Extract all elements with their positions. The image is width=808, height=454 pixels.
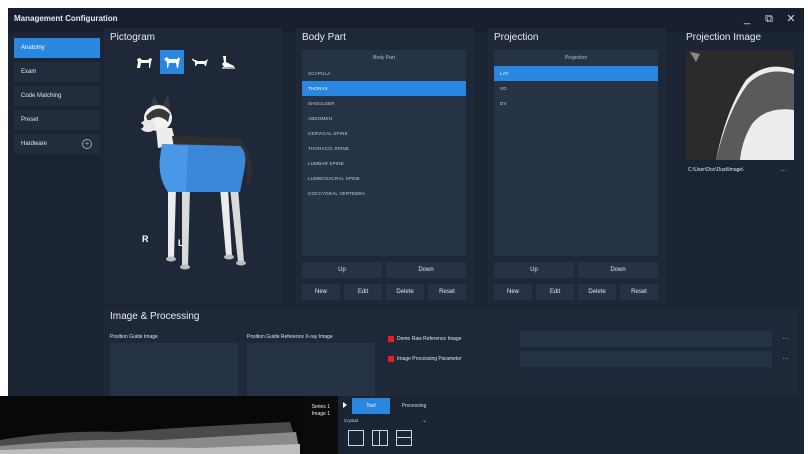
demo-raw-reference-browse-button[interactable]: … [782, 334, 789, 341]
projection-list: Projection LAT VD DV [494, 50, 658, 256]
list-item[interactable]: VD [494, 81, 658, 96]
list-item[interactable]: SCAPULA [302, 66, 466, 81]
body-part-new-button[interactable]: New [302, 284, 340, 300]
window-controls: _ ⧉ ✕ [740, 11, 798, 27]
bird-icon[interactable] [216, 50, 240, 74]
list-item[interactable]: THORACIC SPINE [302, 141, 466, 156]
minimize-button[interactable]: _ [740, 11, 754, 27]
sidebar-item-preset[interactable]: Preset [14, 110, 100, 130]
close-button[interactable]: ✕ [784, 11, 798, 27]
pictogram-icon-bar [132, 50, 240, 74]
list-item[interactable]: LUMBAR SPINE [302, 156, 466, 171]
tab-processing[interactable]: Processing [392, 398, 436, 414]
projection-title: Projection [494, 32, 539, 43]
position-guide-image-label: Position Guide Image [110, 334, 158, 340]
image-label: Image 1 [311, 411, 330, 417]
horse-icon[interactable] [132, 50, 156, 74]
xray-viewer[interactable]: Series 1 Image 1 [0, 396, 338, 454]
list-item[interactable]: DV [494, 96, 658, 111]
pictogram-panel: Pictogram R L [104, 28, 282, 304]
pictogram-title: Pictogram [110, 32, 156, 43]
body-part-list-header: Body Part [373, 55, 395, 61]
sidebar-item-anatomy[interactable]: Anatomy [14, 38, 100, 58]
image-processing-parameter-browse-button[interactable]: … [782, 354, 789, 361]
position-guide-ref-box[interactable] [247, 343, 375, 396]
sidebar-item-exam[interactable]: Exam [14, 62, 100, 82]
viewer-control-panel: Tool Processing Crystal ⌄ [340, 396, 440, 454]
projection-image-path: C:\User\Doc\Dust\Image\ [688, 167, 744, 173]
sidebar-item-label: Code Matching [21, 93, 62, 99]
required-indicator [388, 336, 394, 342]
series-info: Series 1 Image 1 [312, 404, 330, 418]
body-part-edit-button[interactable]: Edit [344, 284, 382, 300]
position-guide-image-box[interactable] [110, 343, 238, 396]
dog-pictogram-figure [138, 94, 252, 270]
layout-single-icon[interactable] [348, 430, 364, 446]
image-processing-parameter-field[interactable] [520, 351, 772, 367]
list-item[interactable]: ABDOMEN [302, 111, 466, 126]
dog-icon[interactable] [160, 50, 184, 74]
sidebar-item-label: Anatomy [21, 45, 45, 51]
cat-icon[interactable] [188, 50, 212, 74]
projection-list-header: Projection [564, 55, 588, 61]
projection-reset-button[interactable]: Reset [620, 284, 658, 300]
filter-dropdown[interactable]: Crystal [344, 418, 358, 423]
window-title: Management Configuration [14, 14, 118, 23]
plus-circle-icon[interactable]: + [82, 139, 92, 149]
list-item[interactable]: LAT [494, 66, 658, 81]
body-part-panel: Body Part Body Part SCAPULA THORAX SHOUL… [296, 28, 474, 304]
list-item[interactable]: COCCYGEAL VERTEBRA [302, 186, 466, 201]
sidebar: Anatomy Exam Code Matching Preset Hardwa… [10, 34, 104, 454]
restore-button[interactable]: ⧉ [762, 11, 776, 27]
body-part-reset-button[interactable]: Reset [428, 284, 466, 300]
list-item[interactable]: SHOULDER [302, 96, 466, 111]
sidebar-item-label: Preset [21, 117, 39, 123]
image-processing-parameter-label: Image Processing Parameter [397, 356, 462, 362]
layout-split-vertical-icon[interactable] [372, 430, 388, 446]
sidebar-item-hardware[interactable]: Hardware + [14, 134, 100, 154]
projection-down-button[interactable]: Down [578, 262, 658, 278]
list-item[interactable]: CERVICAL SPINE [302, 126, 466, 141]
body-part-up-button[interactable]: Up [302, 262, 382, 278]
right-side-label: R [142, 234, 149, 244]
projection-image-preview [686, 50, 794, 160]
series-label: Series 1 [311, 404, 330, 410]
sidebar-item-code-matching[interactable]: Code Matching [14, 86, 100, 106]
projection-delete-button[interactable]: Delete [578, 284, 616, 300]
play-icon[interactable] [343, 402, 347, 408]
image-processing-title: Image & Processing [110, 311, 200, 322]
projection-panel: Projection Projection LAT VD DV Up Down … [488, 28, 666, 304]
position-guide-ref-label: Position Guide Reference X-ray Image [247, 334, 333, 340]
tab-tool[interactable]: Tool [352, 398, 390, 414]
body-part-list: Body Part SCAPULA THORAX SHOULDER ABDOME… [302, 50, 466, 256]
projection-image-title: Projection Image [686, 32, 762, 43]
projection-photo [686, 50, 794, 160]
left-side-label: L [178, 238, 184, 248]
demo-raw-reference-field[interactable] [520, 331, 772, 347]
projection-up-button[interactable]: Up [494, 262, 574, 278]
body-part-title: Body Part [302, 32, 346, 43]
sidebar-item-label: Hardware [21, 141, 48, 147]
projection-new-button[interactable]: New [494, 284, 532, 300]
list-item[interactable]: LUMBOSACRAL SPINE [302, 171, 466, 186]
sidebar-item-label: Exam [21, 69, 37, 75]
list-item[interactable]: THORAX [302, 81, 466, 96]
required-indicator [388, 356, 394, 362]
xray-image [0, 396, 338, 454]
chevron-down-icon[interactable]: ⌄ [422, 417, 427, 424]
demo-raw-reference-label: Demo Raw Reference Image [397, 336, 462, 342]
projection-edit-button[interactable]: Edit [536, 284, 574, 300]
layout-split-horizontal-icon[interactable] [396, 430, 412, 446]
body-part-delete-button[interactable]: Delete [386, 284, 424, 300]
projection-image-browse-button[interactable]: … [780, 166, 787, 173]
body-part-down-button[interactable]: Down [386, 262, 466, 278]
